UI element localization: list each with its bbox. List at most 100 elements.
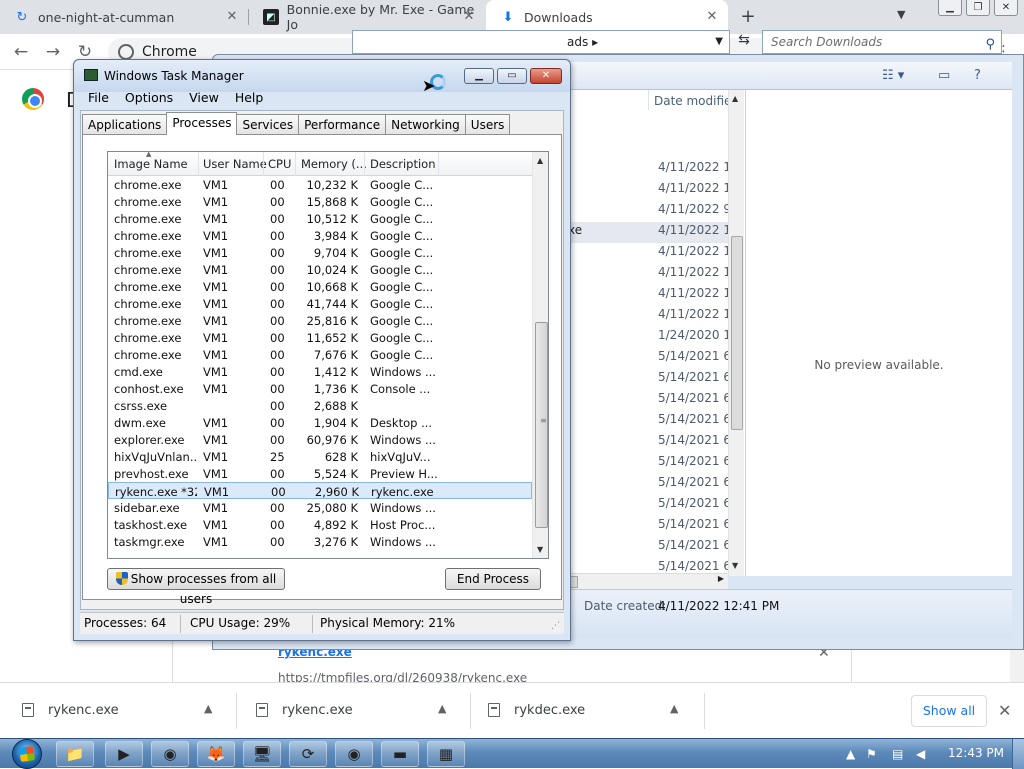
- tab-performance[interactable]: Performance: [298, 114, 387, 135]
- scroll-thumb[interactable]: ≡: [535, 322, 548, 528]
- process-row[interactable]: hixVqJuVnlan.... VM1 25 628 K hixVqJuV...: [108, 448, 532, 465]
- process-row[interactable]: chrome.exe VM1 00 10,668 K Google C...: [108, 278, 532, 295]
- search-icon[interactable]: ⚲: [985, 34, 995, 56]
- process-row[interactable]: chrome.exe VM1 00 10,232 K Google C...: [108, 176, 532, 193]
- tab-services[interactable]: Services: [236, 114, 300, 135]
- forward-icon[interactable]: →: [42, 42, 64, 62]
- maximize-button[interactable]: ▭: [497, 68, 527, 84]
- tab-applications[interactable]: Applications: [82, 114, 168, 135]
- column-header-date[interactable]: Date modifie: [654, 94, 731, 108]
- cmd-icon[interactable]: ▬: [381, 741, 419, 767]
- close-shelf-icon[interactable]: ✕: [998, 701, 1011, 720]
- shelf-item-1[interactable]: rykenc.exe ▲: [0, 683, 236, 739]
- action-center-icon[interactable]: ⚑: [866, 747, 877, 761]
- refresh-icon[interactable]: ⇆: [734, 32, 754, 52]
- process-row[interactable]: conhost.exe VM1 00 1,736 K Console ...: [108, 380, 532, 397]
- show-all-processes-button[interactable]: Show processes from all users: [107, 568, 285, 606]
- process-list-scrollbar[interactable]: ▲ ≡ ▼: [532, 152, 548, 558]
- clock[interactable]: 12:43 PM: [948, 746, 1004, 760]
- explorer-horizontal-scrollbar[interactable]: ▶: [568, 573, 728, 589]
- process-row[interactable]: chrome.exe VM1 00 10,024 K Google C...: [108, 261, 532, 278]
- chrome-icon[interactable]: ◉: [151, 741, 189, 767]
- close-button[interactable]: ✕: [530, 68, 562, 84]
- process-row[interactable]: taskmgr.exe VM1 00 3,276 K Windows ...: [108, 533, 532, 550]
- scroll-thumb[interactable]: [731, 236, 743, 430]
- column-header-memory[interactable]: Memory (...: [301, 157, 367, 171]
- help-icon[interactable]: ?: [974, 68, 981, 83]
- close-icon[interactable]: ✕: [704, 9, 720, 25]
- shelf-item-3[interactable]: rykdec.exe ▲: [466, 683, 702, 739]
- start-button[interactable]: [10, 739, 42, 769]
- browser-tab-2[interactable]: ◩ Bonnie.exe by Mr. Exe - Game Jo ✕: [249, 0, 485, 34]
- process-row[interactable]: explorer.exe VM1 00 60,976 K Windows ...: [108, 431, 532, 448]
- process-row[interactable]: chrome.exe VM1 00 3,984 K Google C...: [108, 227, 532, 244]
- process-row[interactable]: chrome.exe VM1 00 15,868 K Google C...: [108, 193, 532, 210]
- scroll-right-icon[interactable]: ▶: [718, 574, 724, 583]
- scroll-down-icon[interactable]: ▼: [537, 545, 543, 554]
- chrome-icon[interactable]: ◉: [335, 741, 373, 767]
- maximize-button[interactable]: ❐: [966, 0, 990, 16]
- scroll-up-icon[interactable]: ▲: [537, 156, 543, 165]
- explorer-address-bar[interactable]: ads ▸ ▼: [352, 30, 730, 54]
- process-row[interactable]: chrome.exe VM1 00 25,816 K Google C...: [108, 312, 532, 329]
- network-icon[interactable]: ▤: [892, 747, 903, 761]
- scroll-up-icon[interactable]: ▲: [732, 94, 738, 103]
- chevron-up-icon[interactable]: ▲: [670, 702, 678, 715]
- process-row[interactable]: chrome.exe VM1 00 9,704 K Google C...: [108, 244, 532, 261]
- chevron-up-icon[interactable]: ▲: [204, 702, 212, 715]
- volume-icon[interactable]: ◀: [916, 747, 925, 761]
- tray-expand-icon[interactable]: ▲: [846, 747, 855, 761]
- remote-desktop-icon[interactable]: 🖥: [243, 741, 281, 767]
- tab-processes[interactable]: Processes: [166, 112, 238, 135]
- new-tab-button[interactable]: +: [738, 7, 758, 27]
- taskmanager-icon[interactable]: ▦: [427, 741, 465, 767]
- back-icon[interactable]: ←: [10, 42, 32, 62]
- cell-memory: 10,668 K: [306, 280, 358, 294]
- menu-file[interactable]: File: [80, 88, 117, 107]
- browser-tab-3[interactable]: ⬇ Downloads ✕: [486, 0, 728, 34]
- process-row[interactable]: taskhost.exe VM1 00 4,892 K Host Proc...: [108, 516, 532, 533]
- menu-options[interactable]: Options: [117, 88, 181, 107]
- explorer-icon[interactable]: 📁: [56, 741, 94, 767]
- preview-pane-icon[interactable]: ▭: [938, 68, 950, 83]
- column-header-user-name[interactable]: User Name: [203, 157, 267, 171]
- view-options-icon[interactable]: ☷ ▾: [882, 68, 904, 83]
- minimize-button[interactable]: ▁: [938, 0, 962, 16]
- explorer-vertical-scrollbar[interactable]: ▲ ▼: [728, 90, 744, 576]
- shelf-item-2[interactable]: rykenc.exe ▲: [234, 683, 470, 739]
- firefox-icon[interactable]: 🦊: [197, 741, 235, 767]
- tab-users[interactable]: Users: [464, 114, 511, 135]
- chevron-up-icon[interactable]: ▲: [438, 702, 446, 715]
- minimize-button[interactable]: ▁: [464, 68, 494, 84]
- process-row[interactable]: sidebar.exe VM1 00 25,080 K Windows ...: [108, 499, 532, 516]
- tab-networking[interactable]: Networking: [385, 114, 466, 135]
- process-row[interactable]: dwm.exe VM1 00 1,904 K Desktop ...: [108, 414, 532, 431]
- process-row[interactable]: chrome.exe VM1 00 10,512 K Google C...: [108, 210, 532, 227]
- menu-help[interactable]: Help: [227, 88, 272, 107]
- end-process-button[interactable]: End Process: [445, 568, 541, 590]
- show-desktop-button[interactable]: [1012, 739, 1024, 769]
- process-row[interactable]: chrome.exe VM1 00 7,676 K Google C...: [108, 346, 532, 363]
- scroll-down-icon[interactable]: ▼: [732, 561, 738, 570]
- media-player-icon[interactable]: ▶: [105, 741, 143, 767]
- resize-grip-icon[interactable]: ⋰: [551, 621, 560, 631]
- tab-search-icon[interactable]: ▼: [897, 8, 905, 21]
- column-header-description[interactable]: Description: [370, 157, 436, 171]
- column-header-cpu[interactable]: CPU: [268, 157, 291, 171]
- process-row[interactable]: prevhost.exe VM1 00 5,524 K Preview H...: [108, 465, 532, 482]
- process-row-selected[interactable]: rykenc.exe *32 VM1 00 2,960 K rykenc.exe: [108, 482, 532, 499]
- sync-icon[interactable]: ⟳: [289, 741, 327, 767]
- chevron-down-icon[interactable]: ▼: [715, 31, 723, 53]
- close-icon[interactable]: ✕: [224, 9, 240, 25]
- process-row[interactable]: chrome.exe VM1 00 41,744 K Google C...: [108, 295, 532, 312]
- process-row[interactable]: csrss.exe 00 2,688 K: [108, 397, 532, 414]
- column-header-image-name[interactable]: Image Name: [114, 157, 188, 171]
- browser-tab-1[interactable]: ↻ one-night-at-cumman ✕: [0, 0, 248, 34]
- close-button[interactable]: ✕: [994, 0, 1018, 16]
- close-icon[interactable]: ✕: [461, 9, 477, 25]
- process-row[interactable]: cmd.exe VM1 00 1,412 K Windows ...: [108, 363, 532, 380]
- menu-view[interactable]: View: [181, 88, 227, 107]
- process-row[interactable]: chrome.exe VM1 00 11,652 K Google C...: [108, 329, 532, 346]
- show-all-button[interactable]: Show all: [911, 695, 987, 727]
- explorer-search-input[interactable]: Search Downloads ⚲: [762, 30, 1002, 54]
